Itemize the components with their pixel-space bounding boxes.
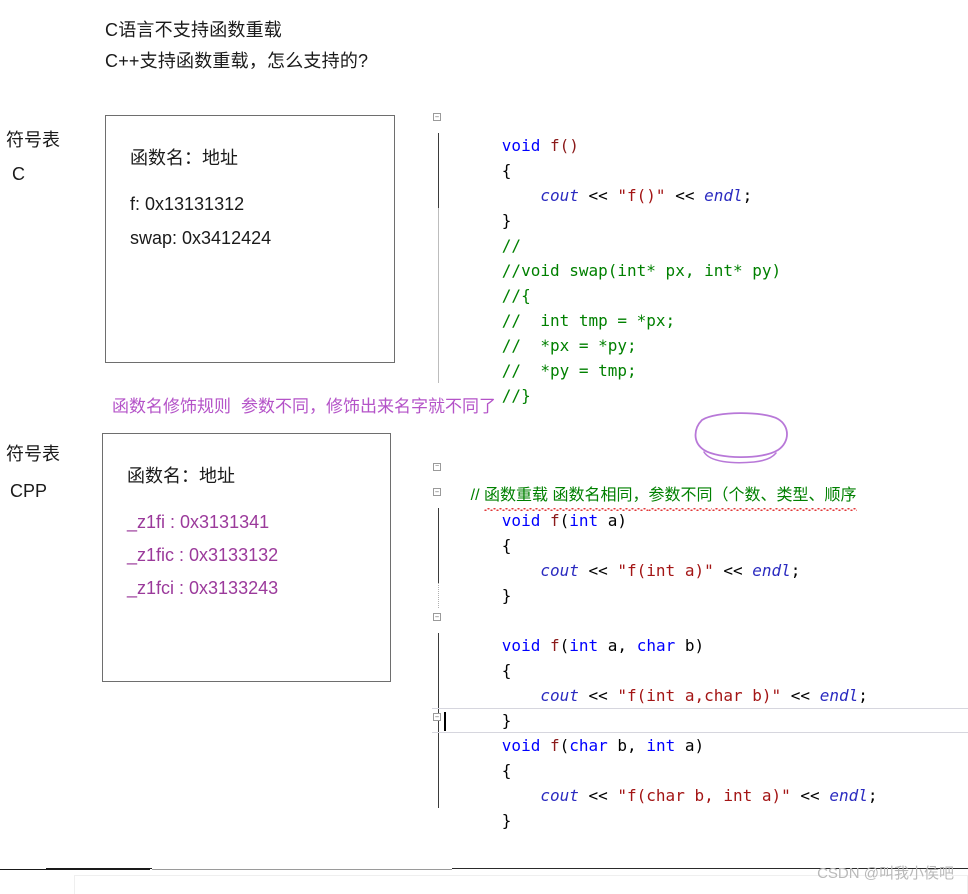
indent-guide [438,133,439,158]
code-line-overload-comment: −// 函数重载 函数名相同，参数不同（个数、类型、顺序 [432,458,968,511]
collapse-icon[interactable]: − [433,713,441,721]
indent-guide [438,533,439,558]
indent-guide [438,283,439,308]
code-line-comment: // *py = tmp; [432,333,968,380]
code-line-comment: //{ [432,258,968,305]
code-line-blank [432,583,968,608]
code-line-signature: − void f(char b, int a) [432,708,968,755]
symbol-table-cpp-entry: _z1fic : 0x3133132 [127,545,279,565]
symbol-table-cpp-label-lang: CPP [10,481,48,501]
symbol-table-cpp-header: 函数名：地址 [127,466,235,486]
indent-guide [438,558,439,583]
code-line-comment: //void swap(int* px, int* py) [432,233,968,280]
collapse-icon[interactable]: − [433,113,441,121]
symbol-table-c-header: 函数名：地址 [130,148,238,168]
indent-guide [438,333,439,358]
code-line-brace: } [432,183,968,230]
code-line-cout: cout << "f(int a,char b)" << endl; [432,658,968,705]
mangling-rule-title: 函数名修饰规则 [112,397,231,416]
indent-guide [438,658,439,683]
indent-guide [438,208,439,233]
indent-guide [438,183,439,208]
symbol-table-cpp-box: 函数名：地址 _z1fi : 0x3131341 _z1fic : 0x3133… [102,433,391,682]
code-line-cout: cout << "f(char b, int a)" << endl; [432,758,968,805]
code-line-brace: } [432,783,968,830]
code-line-cout: cout << "f(int a)" << endl; [432,533,968,580]
code-line-brace: } [432,683,968,730]
code-line-brace: { [432,633,968,680]
close-brace: } [501,811,512,830]
code-line-comment: // *px = *py; [432,308,968,355]
indent-guide [438,683,439,708]
code-line-signature: − void f() [432,108,968,155]
symbol-table-c-label-lang: C [12,164,25,184]
indent-guide [438,583,440,608]
symbol-table-cpp-entry: _z1fi : 0x3131341 [127,512,270,532]
heading-line-1: C语言不支持函数重载 [105,20,282,40]
symbol-table-cpp-label-top: 符号表 [6,444,60,464]
symbol-table-c-entry: swap: 0x3412424 [130,228,272,248]
code-editor-pane[interactable]: − void f() { cout << "f()" << endl; } // … [432,108,968,838]
footer-rule-left-inner [46,868,152,869]
indent-guide [438,233,439,258]
indent-guide [438,258,439,283]
indent-guide [438,358,439,383]
code-line-brace: { [432,733,968,780]
code-line-comment: // int tmp = *px; [432,283,968,330]
footer-rule-left [0,869,150,870]
symbol-table-c-box: 函数名：地址 f: 0x13131312 swap: 0x3412424 [105,115,395,363]
heading-line-2: C++支持函数重载，怎么支持的? [105,51,369,71]
symbol-table-c-label-top: 符号表 [6,130,60,150]
symbol-table-c-entry: f: 0x13131312 [130,194,245,214]
indent-guide [438,733,439,758]
collapse-icon[interactable]: − [433,488,441,496]
code-line-brace: } [432,558,968,605]
code-line-comment: //} [432,358,968,405]
code-line-comment: // [432,208,968,255]
code-line-cout: cout << "f()" << endl; [432,158,968,205]
code-line-signature: − void f(int a) [432,483,968,530]
symbol-table-cpp-entry: _z1fci : 0x3133243 [127,578,279,598]
indent-guide [438,308,439,333]
slide-canvas: C语言不支持函数重载 C++支持函数重载，怎么支持的? 符号表 C 函数名：地址… [0,0,968,894]
collapse-icon[interactable]: − [433,463,441,471]
indent-guide [438,633,439,658]
code-line-signature: − void f(int a, char b) [432,608,968,655]
csdn-watermark: CSDN @叫我小侯吧 [817,865,954,882]
collapse-icon[interactable]: − [433,613,441,621]
indent-guide [438,158,439,183]
indent-guide [438,783,439,808]
code-line-brace: { [432,133,968,180]
footer-rule-middle [152,869,452,870]
indent-guide [438,758,439,783]
code-line-brace: { [432,508,968,555]
indent-guide [438,508,439,533]
